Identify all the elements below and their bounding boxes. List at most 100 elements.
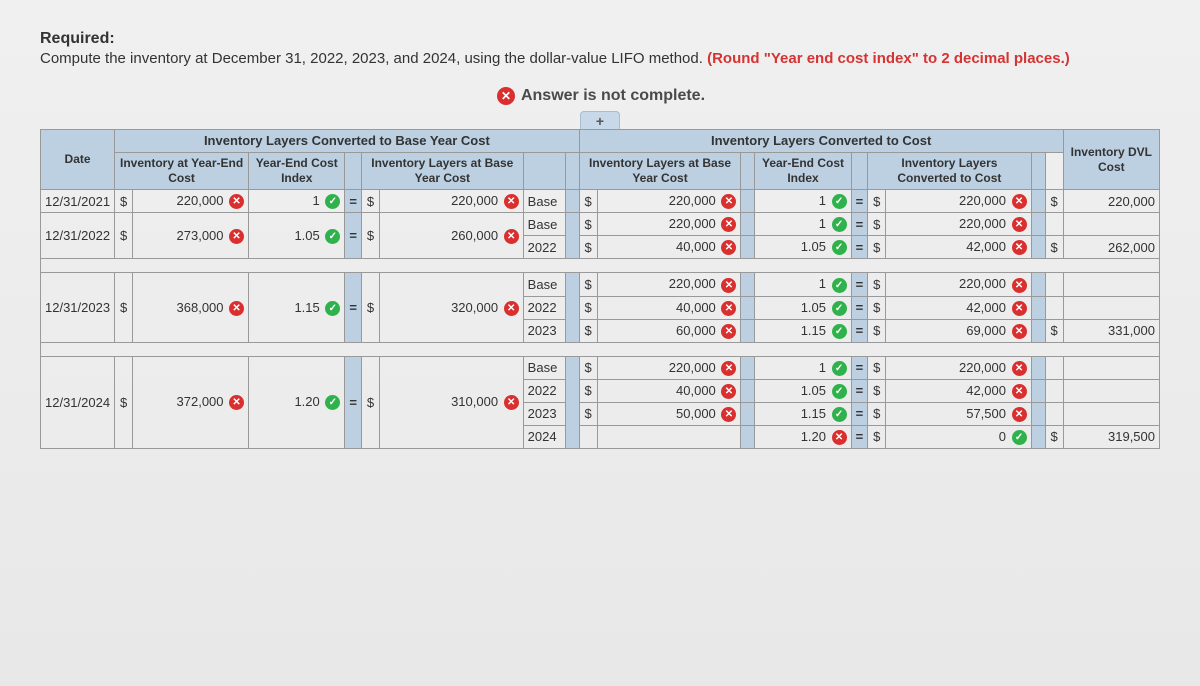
cross-icon — [1012, 194, 1027, 209]
cell-total-empty — [1063, 356, 1159, 379]
cell-currency: $ — [1045, 425, 1063, 448]
hdr-inv-cost: Inventory at Year-End Cost — [115, 153, 249, 190]
cross-icon — [721, 301, 736, 316]
cell-layer-idx[interactable]: 1 — [755, 190, 851, 213]
status-banner-text: Answer is not complete. — [521, 87, 705, 105]
check-icon — [832, 217, 847, 232]
cross-icon — [1012, 301, 1027, 316]
cell-layer-idx[interactable]: 1.05 — [755, 296, 851, 319]
cross-icon — [497, 87, 515, 105]
cell-idx[interactable]: 1 — [249, 190, 345, 213]
cell-layer-idx[interactable]: 1 — [755, 356, 851, 379]
hdr-op3 — [851, 153, 868, 190]
cell-layer-idx[interactable]: 1.15 — [755, 402, 851, 425]
cell-base[interactable]: 220,000 — [379, 190, 523, 213]
cell-layer-base[interactable]: 220,000 — [597, 356, 741, 379]
cell-layer-base[interactable]: 40,000 — [597, 236, 741, 259]
cross-icon — [1012, 384, 1027, 399]
cell-layer-conv[interactable]: 220,000 — [886, 213, 1031, 236]
spacer-row — [41, 259, 1160, 273]
cell-base[interactable]: 320,000 — [379, 273, 523, 342]
cell-total: 331,000 — [1063, 319, 1159, 342]
cell-currency: $ — [361, 273, 379, 342]
cross-icon — [1012, 278, 1027, 293]
dvl-table: Date Inventory Layers Converted to Base … — [40, 129, 1160, 449]
cell-gap — [1031, 190, 1045, 213]
cell-op — [741, 273, 755, 296]
cross-icon — [721, 194, 736, 209]
cell-currency: $ — [868, 296, 886, 319]
cross-icon — [1012, 217, 1027, 232]
cell-layer-base[interactable]: 40,000 — [597, 296, 741, 319]
cell-layer-conv[interactable]: 220,000 — [886, 273, 1031, 296]
check-icon — [325, 229, 340, 244]
cell-layer-base[interactable]: 220,000 — [597, 190, 741, 213]
cell-inv-cost[interactable]: 372,000 — [133, 356, 249, 448]
cell-layer-base[interactable]: 60,000 — [597, 319, 741, 342]
cell-layer-conv[interactable]: 69,000 — [886, 319, 1031, 342]
cell-layer-idx[interactable]: 1.05 — [755, 236, 851, 259]
cell-layer-conv[interactable]: 42,000 — [886, 296, 1031, 319]
cell-currency: $ — [868, 273, 886, 296]
cell-total-empty — [1063, 273, 1159, 296]
cell-currency — [1045, 402, 1063, 425]
cross-icon — [721, 384, 736, 399]
cell-layer-conv[interactable]: 42,000 — [886, 379, 1031, 402]
check-icon — [832, 361, 847, 376]
cell-currency: $ — [115, 190, 133, 213]
cell-currency: $ — [868, 356, 886, 379]
cell-date: 12/31/2023 — [41, 273, 115, 342]
cell-currency: $ — [361, 356, 379, 448]
cell-layer-base[interactable] — [597, 425, 741, 448]
check-icon — [832, 278, 847, 293]
cell-idx[interactable]: 1.15 — [249, 273, 345, 342]
cell-layer-conv[interactable]: 57,500 — [886, 402, 1031, 425]
cell-base[interactable]: 260,000 — [379, 213, 523, 259]
cross-icon — [229, 395, 244, 410]
cell-layer-conv[interactable]: 220,000 — [886, 190, 1031, 213]
cell-currency: $ — [579, 236, 597, 259]
cell-base[interactable]: 310,000 — [379, 356, 523, 448]
cell-layer-idx[interactable]: 1.05 — [755, 379, 851, 402]
cross-icon — [721, 324, 736, 339]
cell-layer-base[interactable]: 50,000 — [597, 402, 741, 425]
cross-icon — [229, 194, 244, 209]
cell-layer-base[interactable]: 40,000 — [597, 379, 741, 402]
cell-total: 319,500 — [1063, 425, 1159, 448]
cell-idx[interactable]: 1.20 — [249, 356, 345, 448]
required-label: Required: — [40, 30, 1160, 48]
cell-currency: $ — [579, 319, 597, 342]
cell-idx[interactable]: 1.05 — [249, 213, 345, 259]
check-icon — [832, 384, 847, 399]
cross-icon — [229, 301, 244, 316]
cell-op — [741, 319, 755, 342]
cell-layer-base[interactable]: 220,000 — [597, 273, 741, 296]
hdr-yec-index: Year-End Cost Index — [249, 153, 345, 190]
hdr-dvl-cost: Inventory DVL Cost — [1063, 130, 1159, 190]
cell-layer-name: Base — [523, 190, 565, 213]
cell-op: = — [345, 190, 362, 213]
cell-inv-cost[interactable]: 273,000 — [133, 213, 249, 259]
cell-currency: $ — [1045, 190, 1063, 213]
add-tab[interactable]: + — [580, 111, 620, 129]
cell-layer-base[interactable]: 220,000 — [597, 213, 741, 236]
cell-op: = — [851, 402, 868, 425]
cell-layer-idx[interactable]: 1.15 — [755, 319, 851, 342]
hdr-conv: Inventory Layers Converted to Cost — [868, 153, 1031, 190]
cell-layer-idx[interactable]: 1.20 — [755, 425, 851, 448]
check-icon — [1012, 430, 1027, 445]
cell-layer-conv[interactable]: 0 — [886, 425, 1031, 448]
cross-icon — [504, 395, 519, 410]
hdr-yec-index2: Year-End Cost Index — [755, 153, 851, 190]
cell-inv-cost[interactable]: 368,000 — [133, 273, 249, 342]
cell-layer-idx[interactable]: 1 — [755, 213, 851, 236]
cell-layer-idx[interactable]: 1 — [755, 273, 851, 296]
cell-currency: $ — [868, 319, 886, 342]
cell-inv-cost[interactable]: 220,000 — [133, 190, 249, 213]
cell-op — [741, 236, 755, 259]
table-row: 12/31/2023$368,000 1.15 =$320,000 Base$2… — [41, 273, 1160, 296]
cell-gap — [1031, 402, 1045, 425]
cell-currency: $ — [868, 236, 886, 259]
cell-layer-conv[interactable]: 220,000 — [886, 356, 1031, 379]
cell-layer-conv[interactable]: 42,000 — [886, 236, 1031, 259]
